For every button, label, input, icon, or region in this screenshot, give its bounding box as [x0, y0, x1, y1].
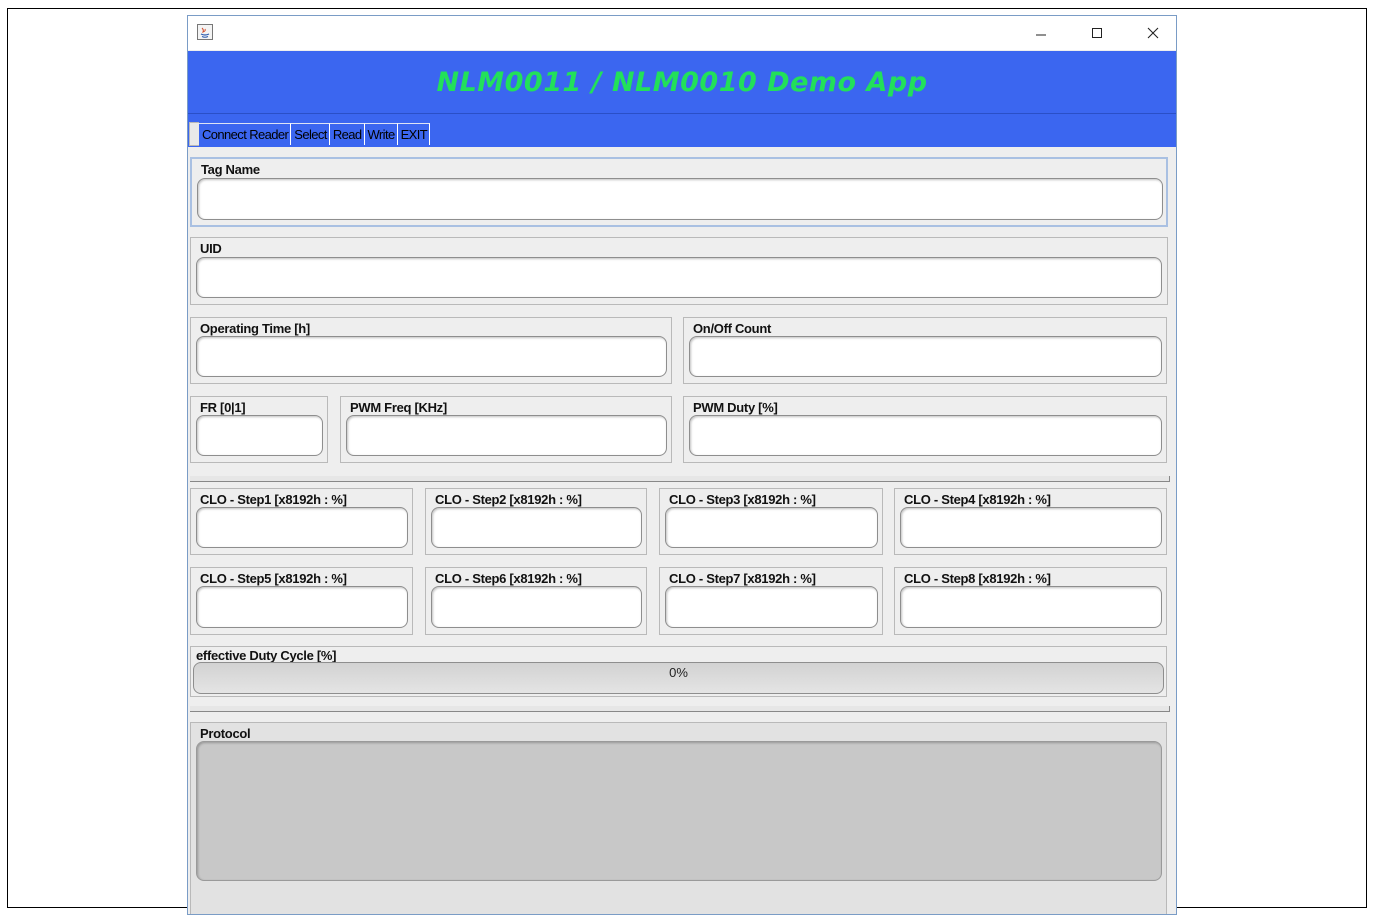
- operating-time-panel: Operating Time [h]: [190, 317, 672, 384]
- clo-step2-field[interactable]: [431, 507, 642, 548]
- duty-cycle-progress-bar: 0%: [193, 662, 1164, 694]
- clo-step4-panel: CLO - Step4 [x8192h : %]: [894, 488, 1167, 555]
- clo-step2-panel: CLO - Step2 [x8192h : %]: [425, 488, 647, 555]
- section-separator[interactable]: [190, 476, 1170, 482]
- menu-grip: [189, 122, 199, 146]
- clo-step5-field[interactable]: [196, 586, 408, 628]
- fr-panel: FR [0|1]: [190, 396, 328, 463]
- clo-step5-label: CLO - Step5 [x8192h : %]: [200, 571, 347, 586]
- clo-step8-label: CLO - Step8 [x8192h : %]: [904, 571, 1051, 586]
- clo-step2-label: CLO - Step2 [x8192h : %]: [435, 492, 582, 507]
- title-bar[interactable]: [188, 16, 1176, 50]
- minimize-icon: [1036, 34, 1046, 36]
- clo-step6-panel: CLO - Step6 [x8192h : %]: [425, 567, 647, 635]
- menu-write[interactable]: Write: [364, 123, 398, 145]
- menu-read[interactable]: Read: [329, 123, 365, 145]
- clo-step7-panel: CLO - Step7 [x8192h : %]: [659, 567, 883, 635]
- pwm-duty-label: PWM Duty [%]: [693, 400, 778, 415]
- clo-step3-field[interactable]: [665, 507, 878, 548]
- onoff-count-panel: On/Off Count: [683, 317, 1167, 384]
- maximize-icon: [1092, 28, 1102, 38]
- tag-name-field[interactable]: [197, 178, 1163, 220]
- duty-cycle-label: effective Duty Cycle [%]: [196, 648, 337, 663]
- clo-step7-field[interactable]: [665, 586, 878, 628]
- protocol-panel: Protocol: [190, 722, 1167, 914]
- pwm-duty-field[interactable]: [689, 415, 1162, 456]
- banner-title: NLM0011 / NLM0010 Demo App: [436, 67, 928, 98]
- clo-step5-panel: CLO - Step5 [x8192h : %]: [190, 567, 413, 635]
- clo-step4-field[interactable]: [900, 507, 1162, 548]
- clo-step3-label: CLO - Step3 [x8192h : %]: [669, 492, 816, 507]
- clo-step1-panel: CLO - Step1 [x8192h : %]: [190, 488, 413, 555]
- clo-step3-panel: CLO - Step3 [x8192h : %]: [659, 488, 883, 555]
- pwm-freq-field[interactable]: [346, 415, 667, 456]
- pwm-freq-panel: PWM Freq [KHz]: [340, 396, 672, 463]
- clo-step6-label: CLO - Step6 [x8192h : %]: [435, 571, 582, 586]
- maximize-button[interactable]: [1074, 16, 1120, 50]
- clo-step4-label: CLO - Step4 [x8192h : %]: [904, 492, 1051, 507]
- uid-label: UID: [200, 241, 222, 256]
- app-banner: NLM0011 / NLM0010 Demo App: [188, 51, 1176, 114]
- java-app-icon[interactable]: [197, 24, 213, 40]
- app-window: NLM0011 / NLM0010 Demo App Connect Reade…: [187, 15, 1177, 915]
- close-button[interactable]: [1130, 16, 1176, 50]
- protocol-label: Protocol: [200, 726, 251, 741]
- menu-connect-reader[interactable]: Connect Reader: [199, 123, 292, 145]
- pwm-duty-panel: PWM Duty [%]: [683, 396, 1167, 463]
- minimize-button[interactable]: [1018, 16, 1064, 50]
- fr-field[interactable]: [196, 415, 323, 456]
- pwm-freq-label: PWM Freq [KHz]: [350, 400, 447, 415]
- tag-name-label: Tag Name: [201, 162, 260, 177]
- menu-exit[interactable]: EXIT: [397, 123, 431, 145]
- tag-name-panel: Tag Name: [190, 157, 1168, 227]
- clo-step7-label: CLO - Step7 [x8192h : %]: [669, 571, 816, 586]
- menu-select[interactable]: Select: [291, 123, 330, 145]
- onoff-count-field[interactable]: [689, 336, 1162, 377]
- duty-cycle-panel: effective Duty Cycle [%] 0%: [190, 646, 1167, 697]
- clo-step8-field[interactable]: [900, 586, 1162, 628]
- uid-panel: UID: [190, 237, 1168, 305]
- section-separator-2[interactable]: [190, 706, 1170, 712]
- fr-label: FR [0|1]: [200, 400, 246, 415]
- clo-step1-label: CLO - Step1 [x8192h : %]: [200, 492, 347, 507]
- close-icon: [1147, 27, 1159, 39]
- operating-time-field[interactable]: [196, 336, 667, 377]
- duty-cycle-value: 0%: [669, 665, 688, 680]
- operating-time-label: Operating Time [h]: [200, 321, 310, 336]
- clo-step1-field[interactable]: [196, 507, 408, 548]
- clo-step8-panel: CLO - Step8 [x8192h : %]: [894, 567, 1167, 635]
- onoff-count-label: On/Off Count: [693, 321, 771, 336]
- menu-bar: Connect Reader Select Read Write EXIT: [188, 114, 1176, 147]
- clo-step6-field[interactable]: [431, 586, 642, 628]
- uid-field[interactable]: [196, 257, 1162, 298]
- protocol-log-area[interactable]: [196, 741, 1162, 881]
